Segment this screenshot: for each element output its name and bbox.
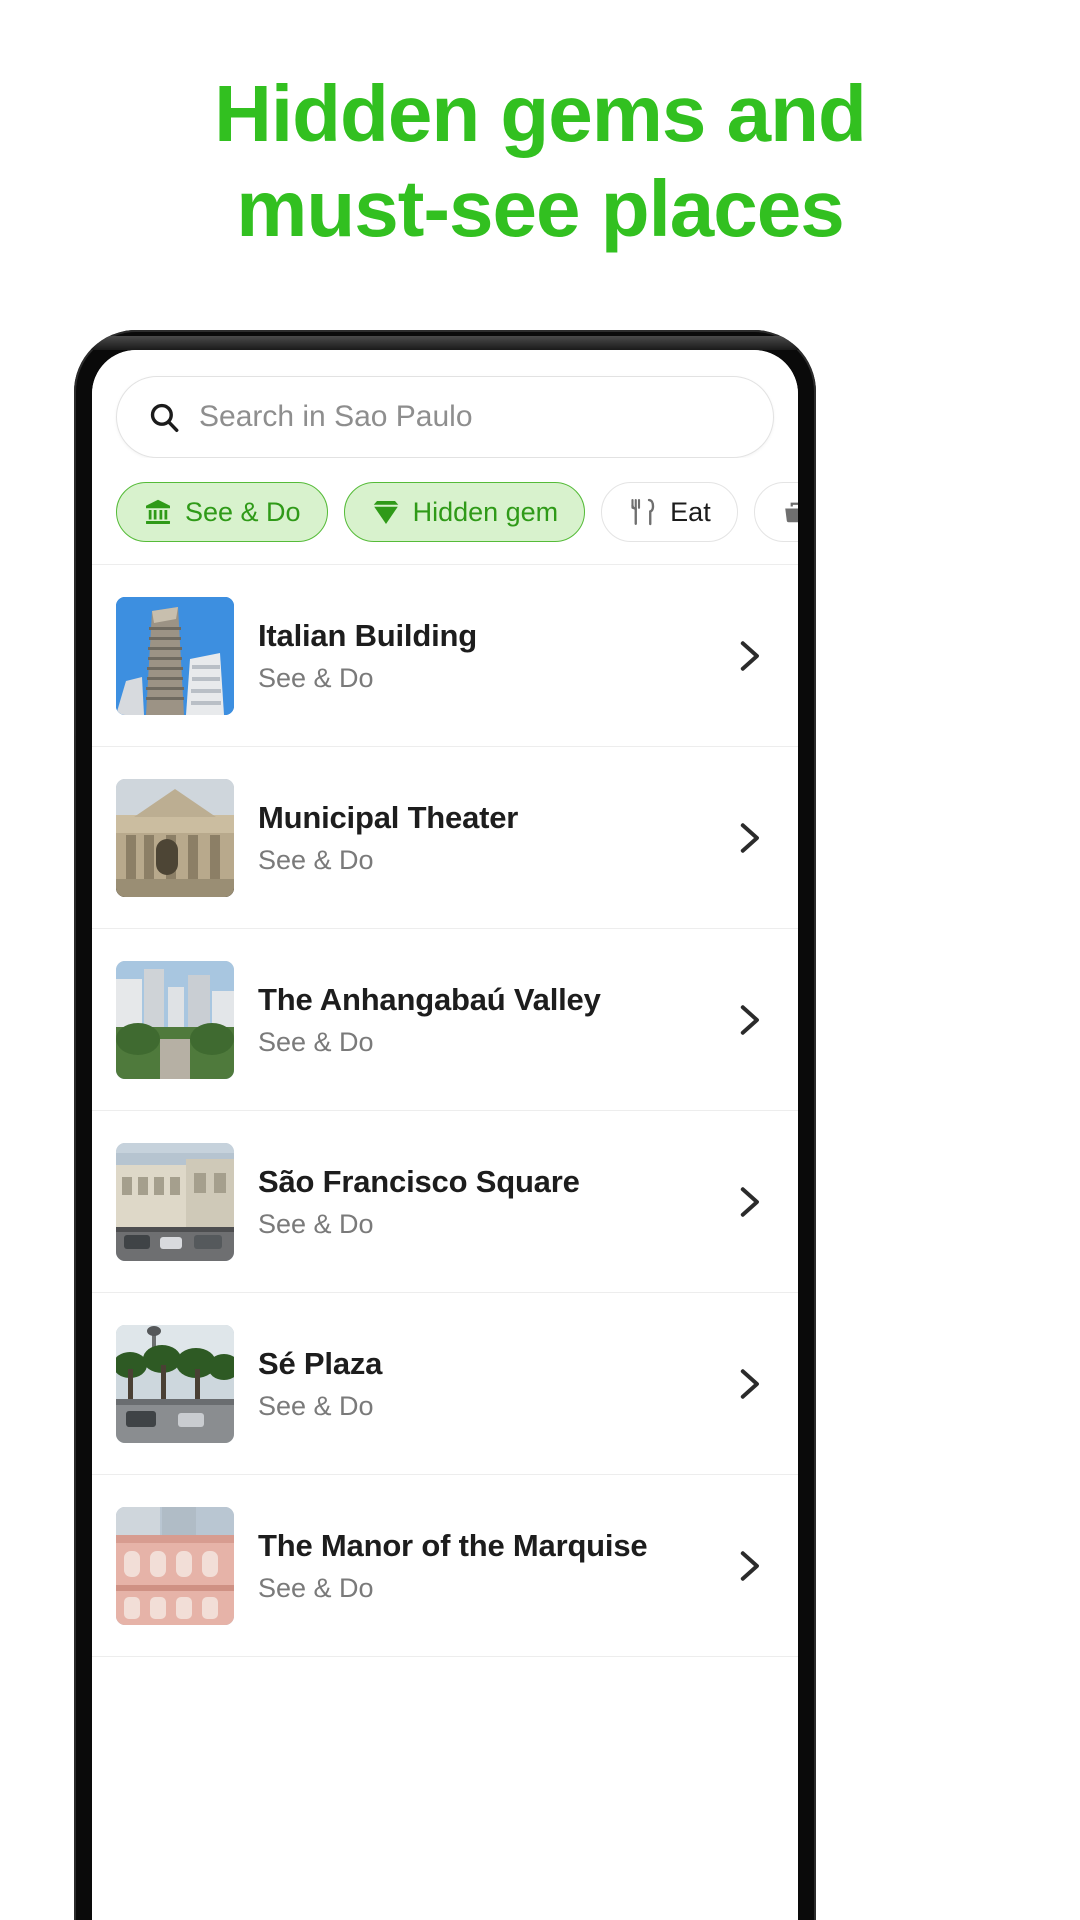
chevron-right-icon[interactable] xyxy=(730,638,766,674)
museum-icon xyxy=(143,497,173,527)
phone-volume-down-button[interactable] xyxy=(74,734,76,910)
search-input[interactable]: Search in Sao Paulo xyxy=(116,376,774,458)
filter-chip-see-and-do[interactable]: See & Do xyxy=(116,482,328,542)
headline-line-1: Hidden gems and xyxy=(214,69,867,158)
place-category: See & Do xyxy=(258,844,374,875)
phone-power-button[interactable] xyxy=(814,550,816,710)
place-text-block: The Anhangabaú Valley See & Do xyxy=(258,981,706,1057)
filter-chips-row[interactable]: See & Do Hidden gem Eat xyxy=(92,458,798,565)
place-thumbnail xyxy=(116,596,234,715)
place-category: See & Do xyxy=(258,1572,374,1603)
place-thumbnail xyxy=(116,1142,234,1261)
page-title: Hidden gems and must-see places xyxy=(0,66,1080,256)
search-icon xyxy=(147,400,181,434)
filter-chip-eat[interactable]: Eat xyxy=(601,482,738,542)
place-text-block: Italian Building See & Do xyxy=(258,617,706,693)
place-thumbnail xyxy=(116,778,234,897)
filter-chip-hidden-gem[interactable]: Hidden gem xyxy=(343,482,586,542)
filter-chip-label: See & Do xyxy=(185,496,301,527)
phone-screen: Search in Sao Paulo See & Do Hidden gem … xyxy=(92,350,798,1920)
list-item[interactable]: São Francisco Square See & Do xyxy=(92,1111,798,1293)
search-section: Search in Sao Paulo xyxy=(92,350,798,458)
place-thumbnail xyxy=(116,960,234,1079)
place-title: The Manor of the Marquise xyxy=(258,1528,648,1564)
place-title: Municipal Theater xyxy=(258,800,519,836)
list-item[interactable]: Italian Building See & Do xyxy=(92,565,798,747)
chevron-right-icon[interactable] xyxy=(730,820,766,856)
phone-mockup: Search in Sao Paulo See & Do Hidden gem … xyxy=(74,330,816,1920)
place-category: See & Do xyxy=(258,662,374,693)
place-text-block: The Manor of the Marquise See & Do xyxy=(258,1527,706,1603)
place-thumbnail xyxy=(116,1506,234,1625)
page-root: Hidden gems and must-see places Search i… xyxy=(0,0,1080,1920)
chevron-right-icon[interactable] xyxy=(730,1184,766,1220)
list-item[interactable]: The Anhangabaú Valley See & Do xyxy=(92,929,798,1111)
filter-chip-label: Hidden gem xyxy=(412,496,559,527)
place-text-block: Municipal Theater See & Do xyxy=(258,799,706,875)
diamond-icon xyxy=(371,497,401,527)
list-item[interactable]: The Manor of the Marquise See & Do xyxy=(92,1475,798,1657)
filter-chip-label: Eat xyxy=(670,496,711,527)
place-text-block: Sé Plaza See & Do xyxy=(258,1345,706,1421)
place-title: Sé Plaza xyxy=(258,1346,383,1382)
place-title: São Francisco Square xyxy=(258,1164,580,1200)
headline-line-2: must-see places xyxy=(236,164,845,254)
place-text-block: São Francisco Square See & Do xyxy=(258,1163,706,1239)
list-item[interactable]: Sé Plaza See & Do xyxy=(92,1293,798,1475)
place-category: See & Do xyxy=(258,1208,374,1239)
list-item[interactable]: Municipal Theater See & Do xyxy=(92,747,798,929)
place-category: See & Do xyxy=(258,1026,374,1057)
chevron-right-icon[interactable] xyxy=(730,1002,766,1038)
places-list: Italian Building See & Do Municipal Thea… xyxy=(92,565,798,1657)
search-placeholder-text: Search in Sao Paulo xyxy=(199,400,473,433)
place-thumbnail xyxy=(116,1324,234,1443)
cutlery-icon xyxy=(628,497,658,527)
place-category: See & Do xyxy=(258,1390,374,1421)
shopping-bag-icon xyxy=(781,497,798,527)
chevron-right-icon[interactable] xyxy=(730,1548,766,1584)
chevron-right-icon[interactable] xyxy=(730,1366,766,1402)
place-title: The Anhangabaú Valley xyxy=(258,982,601,1018)
place-title: Italian Building xyxy=(258,618,477,654)
filter-chip-shop[interactable]: Shop xyxy=(753,482,798,542)
phone-volume-up-button[interactable] xyxy=(74,558,76,678)
